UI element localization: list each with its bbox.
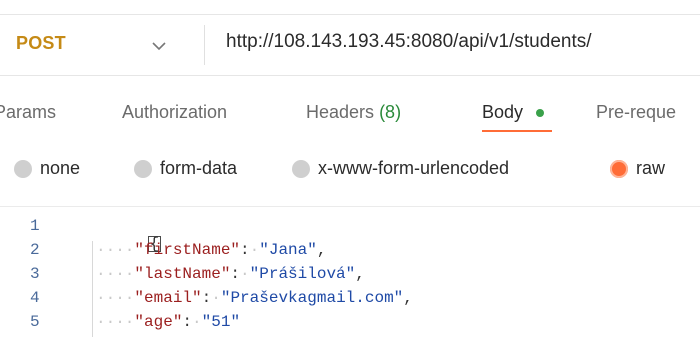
code-line: 3 ····"lastName":·"Prášilová", — [0, 265, 700, 289]
line-number: 5 — [30, 313, 40, 331]
url-input[interactable]: http://108.143.193.45:8080/api/v1/studen… — [226, 31, 592, 53]
body-type-raw[interactable]: raw — [610, 158, 665, 179]
body-type-urlencoded[interactable]: x-www-form-urlencoded — [292, 158, 509, 179]
json-comma: , — [316, 241, 327, 259]
tab-authorization[interactable]: Authorization — [122, 102, 227, 123]
tab-params[interactable]: Params — [0, 102, 56, 123]
body-type-none[interactable]: none — [14, 158, 80, 179]
active-tab-underline — [482, 130, 552, 132]
body-type-options: none form-data x-www-form-urlencoded raw — [0, 150, 700, 190]
tab-body-label: Body — [482, 102, 524, 122]
tab-body[interactable]: Body — [482, 102, 545, 123]
method-url-divider — [204, 25, 205, 65]
body-modified-dot-icon — [536, 109, 545, 118]
json-comma: , — [355, 265, 365, 283]
code-text: ····"age":·"51" — [96, 313, 241, 331]
json-value: "Praševkagmail.com" — [220, 289, 404, 307]
json-value: "Jana" — [259, 241, 317, 259]
tab-headers-label: Headers — [306, 102, 375, 122]
request-tabs: Params Authorization Headers (8) Body Pr… — [0, 92, 700, 136]
indent-guide — [92, 313, 93, 337]
code-line: 4 ····"email":·"Praševkagmail.com", — [0, 289, 700, 313]
json-key: "firstName" — [134, 241, 241, 259]
code-text: ····"lastName":·"Prášilová", — [96, 265, 365, 283]
chevron-down-icon[interactable] — [150, 37, 168, 55]
json-comma: , — [403, 289, 413, 307]
json-key: "age" — [134, 313, 183, 331]
tab-headers[interactable]: Headers (8) — [306, 102, 401, 123]
headers-count-badge: (8) — [379, 102, 402, 122]
line-number: 2 — [30, 241, 40, 259]
code-line: 2 ····"firstName":·"Jana", — [0, 241, 700, 265]
body-type-form-data[interactable]: form-data — [134, 158, 237, 179]
indent-guide — [92, 289, 93, 313]
tab-pre-request-script[interactable]: Pre-reque — [596, 102, 676, 123]
body-code-editor[interactable]: 1 { 2 ····"firstName":·"Jana", 3 ····"la… — [0, 206, 700, 342]
body-type-none-label: none — [40, 158, 81, 178]
method-select[interactable]: POST — [16, 33, 66, 54]
radio-form-data-icon[interactable] — [134, 160, 152, 179]
radio-none-icon[interactable] — [14, 160, 32, 179]
radio-urlencoded-icon[interactable] — [292, 160, 310, 179]
code-text: ····"email":·"Praševkagmail.com", — [96, 289, 413, 307]
indent-guide — [92, 265, 93, 289]
line-number: 3 — [30, 265, 40, 283]
line-number: 4 — [30, 289, 40, 307]
radio-raw-selected-icon[interactable] — [610, 160, 628, 179]
body-type-raw-label: raw — [636, 158, 666, 178]
code-line: 1 { — [0, 217, 700, 252]
json-value: "51" — [201, 313, 241, 331]
body-type-form-data-label: form-data — [160, 158, 238, 178]
body-type-urlencoded-label: x-www-form-urlencoded — [318, 158, 510, 178]
code-line: 5 ····"age":·"51" — [0, 313, 700, 337]
line-number: 1 — [30, 217, 40, 235]
json-value: "Prášilová" — [249, 265, 356, 283]
request-url-bar: POST http://108.143.193.45:8080/api/v1/s… — [0, 14, 700, 76]
code-text: ····"firstName":·"Jana", — [96, 241, 327, 259]
indent-guide — [92, 241, 93, 265]
json-key: "lastName" — [134, 265, 231, 283]
json-key: "email" — [134, 289, 202, 307]
